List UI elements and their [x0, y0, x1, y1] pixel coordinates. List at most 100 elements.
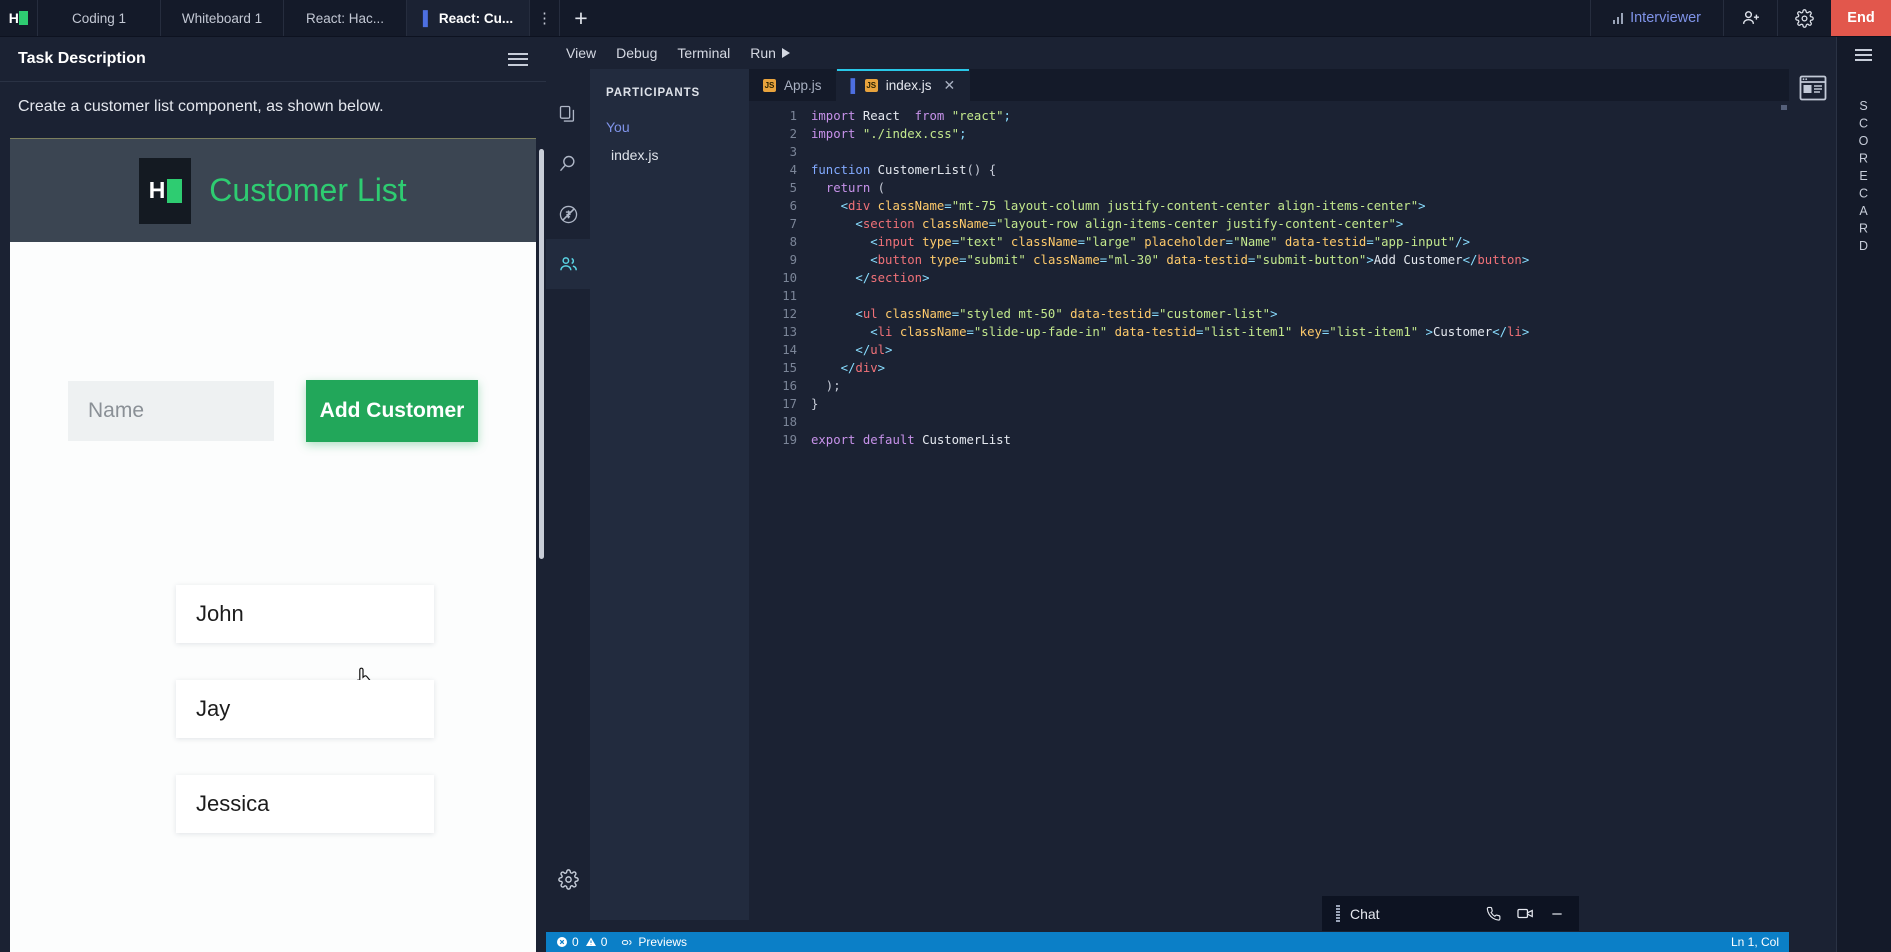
status-previews-label: Previews — [638, 935, 688, 949]
kebab-icon: ⋮ — [537, 10, 552, 27]
app-root: H Coding 1 Whiteboard 1 React: Hac... ▌ … — [0, 0, 1891, 952]
chat-minimize-button[interactable] — [1549, 906, 1565, 922]
menu-run[interactable]: Run — [740, 41, 800, 65]
unsaved-indicator-icon: ▌ — [422, 10, 433, 26]
window-tab-coding-1[interactable]: Coding 1 — [38, 0, 161, 36]
editor-tab-index-js[interactable]: ▌ JS index.js ✕ — [836, 69, 971, 101]
code-line-number: 5 — [789, 181, 797, 195]
activity-item-files[interactable] — [546, 89, 590, 139]
editor-column: JS App.js ▌ JS index.js ✕ 1 import React … — [749, 69, 1789, 920]
top-bar-spacer — [602, 0, 1590, 36]
menu-view[interactable]: View — [556, 41, 606, 65]
code-line: 4 function CustomerList() { — [749, 161, 1789, 179]
mockup-header: H Customer List — [10, 139, 536, 242]
status-cursor-position[interactable]: Ln 1, Col — [1731, 935, 1779, 949]
activity-item-search[interactable] — [546, 139, 590, 189]
task-panel-scrollbar[interactable] — [539, 149, 544, 559]
code-line-text: </section> — [811, 271, 930, 285]
chat-label: Chat — [1350, 905, 1380, 922]
code-line: 10 </section> — [749, 269, 1789, 287]
ide-menu-bar: View Debug Terminal Run — [546, 37, 1789, 69]
code-line-number: 12 — [782, 307, 797, 321]
layout-preview-icon[interactable] — [1799, 75, 1827, 101]
logo-letter: H — [8, 10, 19, 26]
code-line-text: function CustomerList() { — [811, 163, 997, 177]
role-indicator[interactable]: Interviewer — [1589, 0, 1723, 36]
app-logo[interactable]: H — [0, 0, 38, 36]
menu-debug-label: Debug — [616, 45, 658, 61]
chat-actions — [1485, 904, 1565, 923]
error-circle-icon — [557, 937, 567, 947]
code-line-text: <section className="layout-row align-ite… — [811, 217, 1404, 231]
window-tab-label: React: Hac... — [305, 10, 385, 26]
task-panel-header: Task Description — [0, 37, 546, 82]
preview-strip — [1789, 37, 1836, 952]
task-mockup-image: H Customer List Name Add Customer John J… — [10, 138, 536, 952]
participant-open-file[interactable]: index.js — [590, 147, 749, 163]
window-tab-react-customer-list[interactable]: ▌ React: Cu... — [407, 0, 530, 36]
close-icon[interactable]: ✕ — [944, 77, 956, 94]
code-line-number: 15 — [782, 361, 797, 375]
window-tab-react-hackerrank[interactable]: React: Hac... — [284, 0, 407, 36]
code-line: 6 <div className="mt-75 layout-column ju… — [749, 197, 1789, 215]
scorecard-divider — [1836, 37, 1837, 952]
top-bar-right-group: Interviewer End — [1589, 0, 1891, 36]
code-line: 3 — [749, 143, 1789, 161]
chat-video-button[interactable] — [1516, 904, 1535, 923]
code-line-number: 3 — [789, 145, 797, 159]
activity-item-participants[interactable] — [546, 239, 590, 289]
code-editor[interactable]: 1 import React from "react"; 2 import "./in… — [749, 101, 1789, 920]
gear-icon — [557, 869, 579, 890]
editor-tab-app-js[interactable]: JS App.js — [749, 69, 837, 101]
scorecard-panel[interactable]: SCORECARD — [1836, 37, 1891, 952]
participants-title: PARTICIPANTS — [606, 87, 701, 99]
chat-widget[interactable]: Chat — [1322, 896, 1579, 931]
mockup-heading: Customer List — [209, 172, 407, 208]
mockup-logo-icon: H — [139, 157, 192, 224]
settings-button[interactable] — [1777, 0, 1831, 36]
mockup-stage: Name Add Customer John Jay Jessica — [10, 242, 536, 952]
code-line-text: <ul className="styled mt-50" data-testid… — [811, 307, 1278, 321]
code-line: 1 import React from "react"; — [749, 107, 1789, 125]
activity-item-debug[interactable] — [546, 189, 590, 239]
code-line-number: 7 — [789, 217, 797, 231]
status-previews[interactable]: Previews — [621, 935, 687, 949]
code-line: 18 — [749, 413, 1789, 431]
drag-handle-icon[interactable] — [1336, 905, 1340, 922]
ide-settings-button[interactable] — [546, 869, 590, 890]
debug-disabled-icon — [559, 205, 577, 223]
code-line: 2 import "./index.css"; — [749, 125, 1789, 143]
task-description-text: Create a customer list component, as sho… — [0, 82, 546, 138]
code-lines: 1 import React from "react"; 2 import "./in… — [749, 101, 1789, 449]
status-errors[interactable]: 0 — [556, 935, 579, 949]
window-tab-whiteboard-1[interactable]: Whiteboard 1 — [161, 0, 284, 36]
signal-bars-icon — [1612, 12, 1624, 24]
files-icon — [559, 105, 575, 122]
add-participant-button[interactable] — [1723, 0, 1777, 36]
code-line-number: 9 — [789, 253, 797, 267]
menu-terminal[interactable]: Terminal — [667, 41, 740, 65]
window-tab-menu-button[interactable]: ⋮ — [530, 0, 560, 36]
ide-container: View Debug Terminal Run PARTICIPANTS You… — [546, 37, 1789, 952]
menu-view-label: View — [566, 45, 597, 61]
menu-debug[interactable]: Debug — [606, 41, 667, 65]
task-panel-body: Create a customer list component, as sho… — [0, 82, 546, 952]
hamburger-icon[interactable] — [1855, 49, 1872, 61]
code-line-text: </div> — [811, 361, 886, 375]
code-line-number: 8 — [789, 235, 797, 249]
code-line: 13 <li className="slide-up-fade-in" data… — [749, 323, 1789, 341]
gear-icon — [1795, 8, 1814, 28]
code-line: 16 ); — [749, 377, 1789, 395]
chat-call-button[interactable] — [1485, 905, 1502, 922]
code-line-text: return ( — [825, 181, 886, 195]
new-tab-button[interactable]: + — [560, 0, 602, 36]
code-line-number: 6 — [789, 199, 797, 213]
js-file-icon: JS — [864, 78, 878, 92]
end-interview-button[interactable]: End — [1831, 0, 1891, 36]
hamburger-icon[interactable] — [508, 52, 528, 66]
code-line: 19 export default CustomerList — [749, 431, 1789, 449]
status-warnings[interactable]: 0 — [585, 935, 607, 949]
window-tab-label: React: Cu... — [438, 10, 514, 26]
code-line: 7 <section className="layout-row align-i… — [749, 215, 1789, 233]
editor-vertical-scrollbar[interactable] — [1781, 105, 1787, 110]
